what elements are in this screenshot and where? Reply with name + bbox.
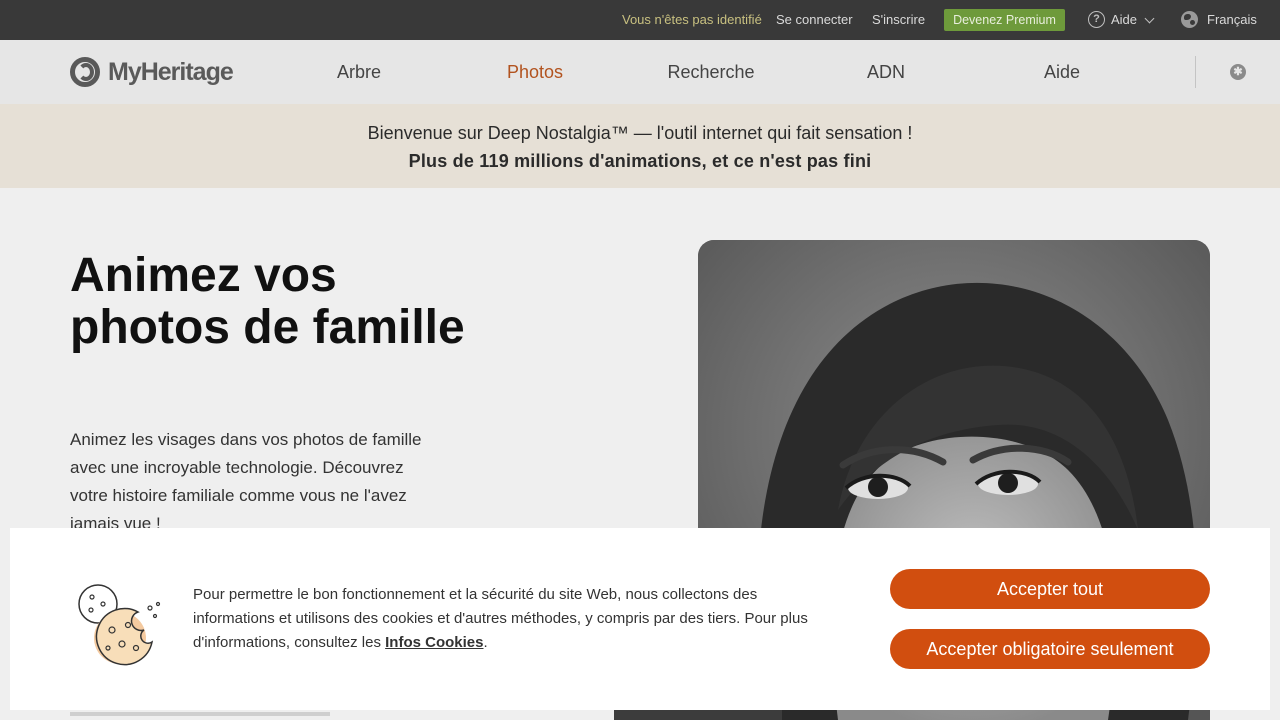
help-menu[interactable]: Aide (1111, 0, 1137, 40)
cookie-message-text: Pour permettre le bon fonctionnement et … (193, 586, 808, 651)
signup-link[interactable]: S'inscrire (872, 0, 925, 40)
not-identified-text: Vous n'êtes pas identifié (622, 12, 762, 27)
logo-text: MyHeritage (108, 57, 234, 86)
nav-divider (1195, 56, 1196, 88)
login-link[interactable]: Se connecter (776, 0, 853, 40)
cookie-consent-dialog: Pour permettre le bon fonctionnement et … (10, 528, 1270, 710)
banner-welcome-text: Bienvenue sur Deep Nostalgia™ — l'outil … (367, 123, 913, 143)
obscured-text-line (70, 712, 330, 716)
thumbnail-photo (614, 710, 782, 720)
nav-item-arbre[interactable]: Arbre (337, 40, 381, 104)
help-circle-icon[interactable]: ? (1088, 11, 1105, 28)
nav-item-photos[interactable]: Photos (507, 40, 563, 104)
logo-mark-icon (70, 57, 104, 87)
globe-icon[interactable] (1181, 11, 1198, 28)
cookie-info-link[interactable]: Infos Cookies (385, 634, 483, 651)
accept-all-button[interactable]: Accepter tout (890, 569, 1210, 609)
hero-description: Animez les visages dans vos photos de fa… (70, 430, 422, 533)
accessibility-icon[interactable]: ✱ (1230, 64, 1246, 80)
myheritage-logo[interactable]: MyHeritage (70, 57, 234, 87)
top-utility-bar: Vous n'êtes pas identifié Se connecter S… (0, 0, 1280, 40)
nav-item-adn[interactable]: ADN (867, 40, 905, 104)
premium-button[interactable]: Devenez Premium (944, 9, 1065, 31)
nav-item-aide[interactable]: Aide (1044, 40, 1080, 104)
accept-required-button[interactable]: Accepter obligatoire seulement (890, 629, 1210, 669)
cookie-message-end: . (483, 634, 488, 651)
hero-title: Animez vos photos de famille (70, 249, 465, 354)
nav-item-recherche[interactable]: Recherche (667, 40, 754, 104)
cookie-icon (78, 584, 161, 666)
language-selector[interactable]: Français (1207, 0, 1257, 40)
banner-animations-count: Plus de 119 millions d'animations, et ce… (408, 151, 872, 171)
main-navigation: MyHeritage Arbre Photos Recherche ADN Ai… (0, 40, 1280, 104)
chevron-down-icon[interactable] (1144, 13, 1155, 24)
announcement-banner: Bienvenue sur Deep Nostalgia™ — l'outil … (0, 104, 1280, 188)
cookie-message: Pour permettre le bon fonctionnement et … (193, 583, 833, 655)
